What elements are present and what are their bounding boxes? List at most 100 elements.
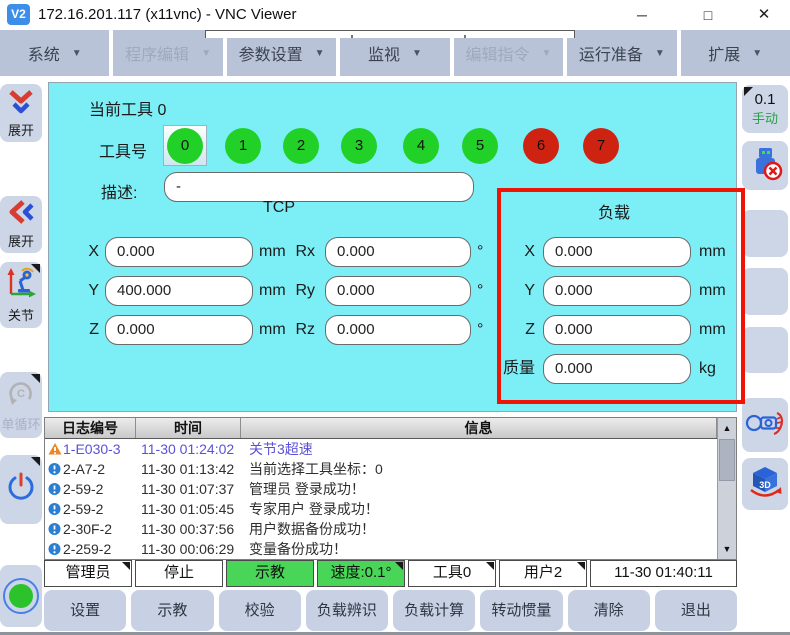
log-id-header: 日志编号 [45,418,136,438]
log-time-cell: 11-30 00:37:56 [136,521,241,537]
menu-extend[interactable]: 扩展▼ [681,30,790,76]
empty-slot-button-2 [742,268,788,315]
log-scrollbar[interactable]: ▲ ▼ [717,418,736,559]
log-row[interactable]: 2-259-2 11-30 00:06:29 变量备份成功！ [45,539,736,559]
speed-mode-button[interactable]: 0.1 手动 [742,85,788,133]
status-teach-mode[interactable]: 示教 [226,560,314,587]
menu-system[interactable]: 系统▼ [0,30,109,76]
tcp-rx-input[interactable]: 0.000 [325,237,471,267]
scrollbar-thumb[interactable] [719,439,735,481]
load-x-input[interactable]: 0.000 [543,237,691,267]
load-y-input[interactable]: 0.000 [543,276,691,306]
load-z-input[interactable]: 0.000 [543,315,691,345]
verify-button[interactable]: 校验 [219,590,301,631]
settings-button[interactable]: 设置 [44,590,126,631]
tool-button-4[interactable]: 4 [403,128,439,164]
exit-button[interactable]: 退出 [655,590,737,631]
info-icon [48,503,61,516]
3d-view-button[interactable]: 3D [742,458,788,510]
tcp-section-title: TCP [169,199,389,217]
corner-marker [31,264,40,273]
tcp-rz-input[interactable]: 0.000 [325,315,471,345]
status-indicator-icon [3,578,39,614]
usb-status-button[interactable] [742,141,788,190]
scroll-up-button[interactable]: ▲ [718,418,736,438]
load-z-label: Z [485,315,535,345]
joystick-button[interactable] [742,398,788,452]
status-user-role[interactable]: 管理员 [44,560,132,587]
power-button[interactable] [0,455,42,524]
servo-status-button[interactable] [0,565,42,627]
tool-button-0[interactable]: 0 [167,128,203,164]
status-user-frame[interactable]: 用户2 [499,560,587,587]
load-y-label: Y [485,276,535,306]
load-z-unit: mm [699,315,726,345]
manual-mode-label: 手动 [752,108,778,127]
log-row[interactable]: 1-E030-3 11-30 01:24:02 关节3超速 [45,439,736,459]
tcp-y-unit: mm [259,276,286,306]
log-row[interactable]: 2-A7-2 11-30 01:13:42 当前选择工具坐标：0 [45,459,736,479]
window-title: 172.16.201.117 (x11vnc) - VNC Viewer [38,0,296,30]
description-input[interactable]: - [164,172,474,202]
teach-button[interactable]: 示教 [131,590,213,631]
menu-label: 程序编辑 [125,41,189,65]
window-edge-artifact [205,30,575,38]
menu-label: 监视 [368,41,400,65]
expand-left-button[interactable]: 展开 [0,196,42,253]
load-y-unit: mm [699,276,726,306]
tcp-ry-input[interactable]: 0.000 [325,276,471,306]
log-row[interactable]: 2-59-2 11-30 01:07:37 管理员 登录成功！ [45,479,736,499]
inertia-button[interactable]: 转动惯量 [480,590,562,631]
tool-button-3[interactable]: 3 [341,128,377,164]
load-x-label: X [485,237,535,267]
menu-label: 运行准备 [579,41,643,65]
status-run-state[interactable]: 停止 [135,560,223,587]
expand-down-button[interactable]: 展开 [0,84,42,142]
tool-button-7[interactable]: 7 [583,128,619,164]
log-row[interactable]: 2-59-2 11-30 01:05:45 专家用户 登录成功！ [45,499,736,519]
load-identify-button[interactable]: 负载辨识 [306,590,388,631]
menu-run-prepare[interactable]: 运行准备 ▼ [567,30,676,76]
tool-button-2[interactable]: 2 [283,128,319,164]
load-mass-input[interactable]: 0.000 [543,354,691,384]
menu-label: 参数设置 [239,41,303,65]
tcp-x-input[interactable]: 0.000 [105,237,253,267]
log-id-cell: 1-E030-3 [45,441,136,457]
log-message-cell: 当前选择工具坐标：0 [241,459,736,479]
status-tool[interactable]: 工具0 [408,560,496,587]
info-icon [48,523,61,536]
menu-label: 系统 [28,41,60,65]
tick-mark [464,35,466,38]
joint-mode-button[interactable]: 关节 [0,262,42,328]
status-speed[interactable]: 速度:0.1° [317,560,405,587]
log-table-header: 日志编号 时间 信息 [45,418,736,439]
scroll-down-button[interactable]: ▼ [718,539,736,559]
log-message-cell: 管理员 登录成功！ [241,479,736,499]
empty-slot-button-1 [742,210,788,257]
tool-button-5[interactable]: 5 [462,128,498,164]
expand-label: 展开 [8,231,34,250]
info-icon [48,483,61,496]
tcp-z-input[interactable]: 0.000 [105,315,253,345]
tool-button-1[interactable]: 1 [225,128,261,164]
load-calculate-button[interactable]: 负载计算 [393,590,475,631]
load-mass-unit: kg [699,354,716,384]
minimize-button[interactable]: ─ [622,0,662,30]
tcp-rz-unit: ° [477,315,483,345]
corner-marker [122,562,130,570]
corner-marker [486,562,494,570]
tcp-rx-unit: ° [477,237,483,267]
joint-label: 关节 [8,305,34,324]
maximize-button[interactable]: □ [688,0,728,30]
chevron-down-icon: ▼ [315,48,325,59]
log-row[interactable]: 2-30F-2 11-30 00:37:56 用户数据备份成功！ [45,519,736,539]
tcp-y-input[interactable]: 400.000 [105,276,253,306]
tcp-z-unit: mm [259,315,286,345]
close-button[interactable]: ✕ [744,0,784,30]
chevron-down-icon: ▼ [412,48,422,59]
tool-button-6[interactable]: 6 [523,128,559,164]
clear-button[interactable]: 清除 [568,590,650,631]
chevron-down-icon: ▼ [655,48,665,59]
tool-settings-panel: 当前工具 0 工具号 0 1 2 3 4 5 6 7 描述: - TCP 负载 … [48,82,737,412]
svg-text:3D: 3D [759,480,771,490]
